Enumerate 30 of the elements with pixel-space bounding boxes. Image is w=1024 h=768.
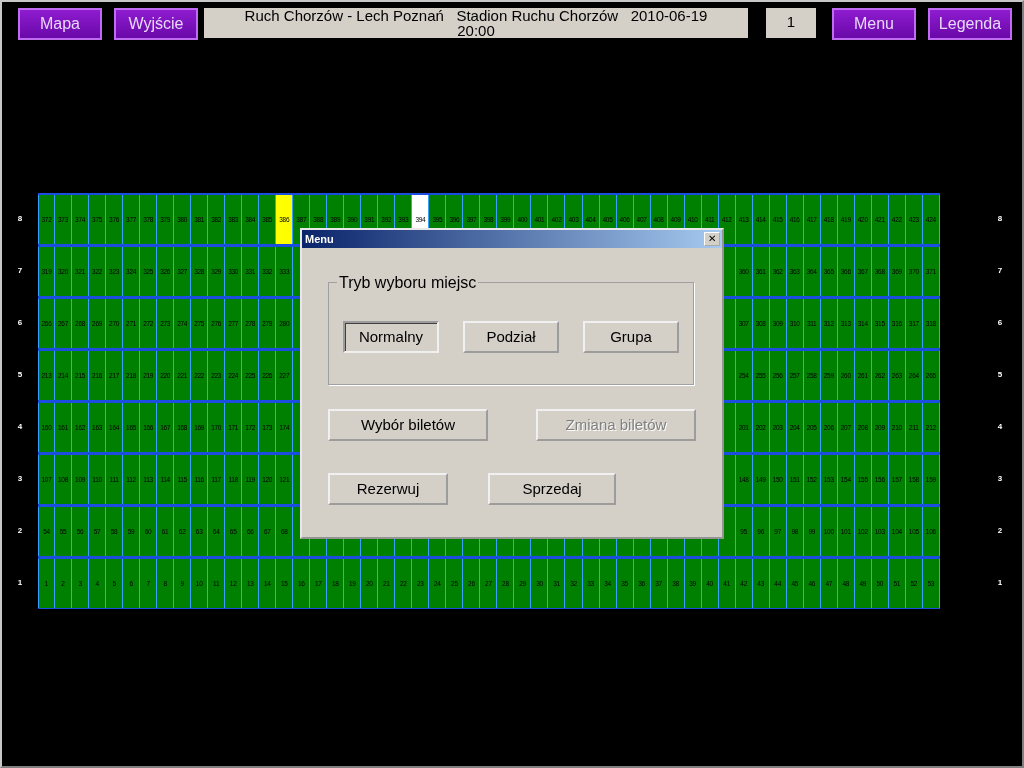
event-info: Ruch Chorzów - Lech Poznań Stadion Ruchu Chorzów 2010-06-19 20:00 [204,8,748,38]
group-title: Tryb wyboru miejsc [337,274,479,292]
row-label: 1 [16,577,24,589]
row-label: 7 [996,265,1004,277]
mode-button[interactable]: Grupa [583,321,679,353]
row-label: 2 [16,525,24,537]
map-button[interactable]: Mapa [18,8,102,40]
row-label: 2 [996,525,1004,537]
exit-button[interactable]: Wyjście [114,8,198,40]
row-label: 6 [16,317,24,329]
row-label: 3 [996,473,1004,485]
sector-number: 1 [766,8,816,38]
action-button[interactable]: Sprzedaj [488,473,616,505]
row-label: 3 [16,473,24,485]
row-label: 1 [996,577,1004,589]
close-button[interactable]: ✕ [704,232,720,246]
row-label: 5 [16,369,24,381]
row-label: 5 [996,369,1004,381]
row-label: 7 [16,265,24,277]
row-label: 8 [16,213,24,225]
mode-button[interactable]: Normalny [343,321,439,353]
action-button[interactable]: Rezerwuj [328,473,448,505]
legend-button[interactable]: Legenda [928,8,1012,40]
row-label: 8 [996,213,1004,225]
row-label: 4 [996,421,1004,433]
row-label: 4 [16,421,24,433]
menu-button[interactable]: Menu [832,8,916,40]
action-button[interactable]: Wybór biletów [328,409,488,441]
row-label: 6 [996,317,1004,329]
mode-button[interactable]: Podział [463,321,559,353]
